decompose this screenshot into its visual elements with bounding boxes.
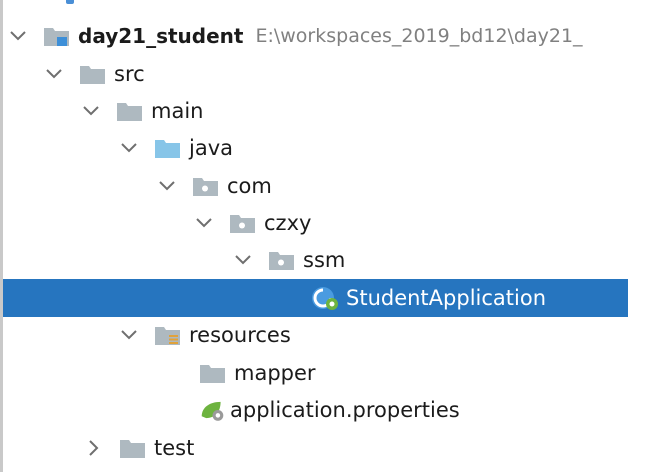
tree-item-label: main	[151, 99, 204, 123]
chevron-down-icon[interactable]	[156, 175, 178, 197]
tree-item-application-properties[interactable]: application.properties	[3, 391, 628, 429]
tree-item-main[interactable]: main	[3, 92, 628, 130]
chevron-down-icon[interactable]	[193, 212, 215, 234]
tree-item-project[interactable]: day21_student E:\workspaces_2019_bd12\da…	[3, 17, 628, 55]
folder-icon	[199, 362, 226, 384]
tree-item-mapper[interactable]: mapper	[3, 354, 628, 392]
tree-item-java[interactable]: java	[3, 129, 628, 167]
source-root-folder-icon	[154, 137, 181, 159]
tree-item-czxy[interactable]: czxy	[3, 204, 628, 242]
tree-item-label: resources	[189, 323, 291, 347]
tree-item-label: test	[154, 436, 195, 460]
tree-item-label: mapper	[234, 361, 316, 385]
tree-item-studentapplication[interactable]: StudentApplication	[3, 279, 628, 317]
tree-item-ssm[interactable]: ssm	[3, 241, 628, 279]
tree-item-label: com	[227, 174, 272, 198]
project-tree: day21_student E:\workspaces_2019_bd12\da…	[0, 0, 661, 472]
chevron-down-icon[interactable]	[118, 137, 140, 159]
folder-icon	[79, 63, 106, 85]
package-icon	[229, 212, 256, 234]
tree-item-com[interactable]: com	[3, 167, 628, 205]
tree-item-resources[interactable]: resources	[3, 316, 628, 354]
package-icon	[268, 249, 295, 271]
chevron-down-icon[interactable]	[118, 324, 140, 346]
tree-item-label: ssm	[303, 248, 346, 272]
chevron-down-icon[interactable]	[43, 63, 65, 85]
tree-item-label: src	[114, 62, 145, 86]
chevron-down-icon[interactable]	[232, 249, 254, 271]
project-name: day21_student	[78, 24, 244, 48]
chevron-down-icon[interactable]	[80, 100, 102, 122]
tree-item-label: StudentApplication	[346, 286, 547, 310]
scroll-marker	[66, 0, 74, 4]
folder-icon	[119, 437, 146, 459]
folder-icon	[116, 100, 143, 122]
resources-folder-icon	[154, 324, 181, 346]
module-folder-icon	[43, 25, 70, 47]
spring-boot-class-icon	[310, 287, 340, 310]
tree-item-label: java	[189, 136, 233, 160]
project-path: E:\workspaces_2019_bd12\day21_	[255, 25, 583, 47]
tree-item-test[interactable]: test	[3, 429, 628, 467]
chevron-right-icon[interactable]	[83, 437, 105, 459]
chevron-down-icon[interactable]	[7, 25, 29, 47]
package-icon	[192, 175, 219, 197]
spring-properties-icon	[199, 399, 226, 421]
tree-item-src[interactable]: src	[3, 55, 628, 93]
tree-item-label: czxy	[264, 211, 312, 235]
tree-item-label: application.properties	[230, 398, 460, 422]
